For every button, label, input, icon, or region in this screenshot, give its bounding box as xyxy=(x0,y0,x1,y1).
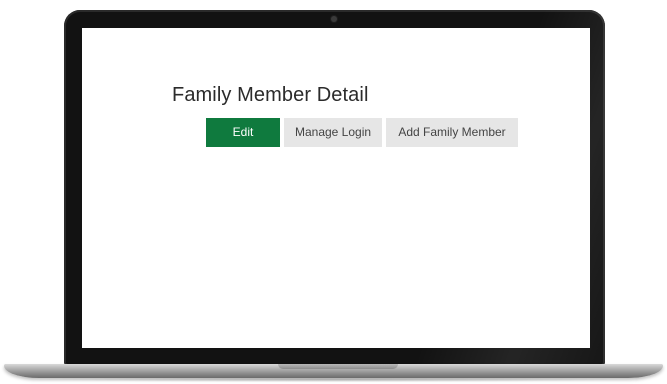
manage-login-button[interactable]: Manage Login xyxy=(284,118,382,147)
laptop-base-notch xyxy=(278,364,398,369)
laptop-screen: Family Member Detail Edit Manage Login A… xyxy=(82,28,590,348)
action-toolbar: Edit Manage Login Add Family Member xyxy=(206,118,518,147)
add-family-member-button[interactable]: Add Family Member xyxy=(386,118,518,147)
laptop-base xyxy=(4,364,663,378)
laptop-mockup: Family Member Detail Edit Manage Login A… xyxy=(0,0,667,384)
page-title: Family Member Detail xyxy=(172,84,369,106)
camera-icon xyxy=(331,16,337,22)
edit-button[interactable]: Edit xyxy=(206,118,280,147)
